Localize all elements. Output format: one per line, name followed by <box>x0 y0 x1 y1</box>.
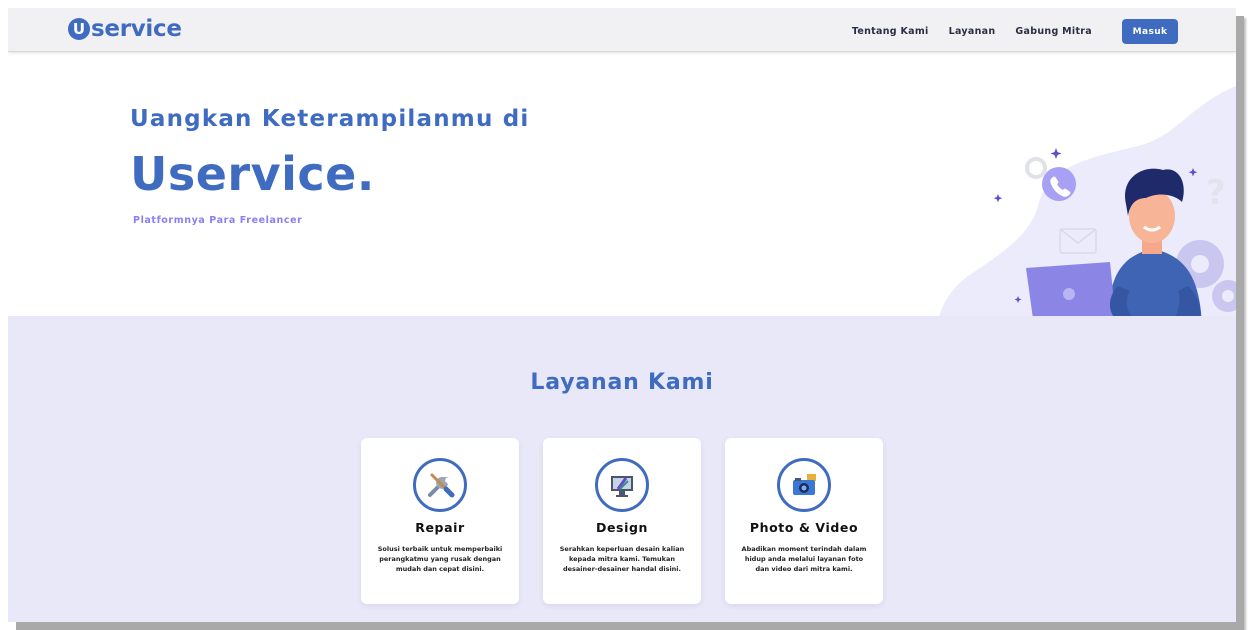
freelancer-illustration: ? <box>938 86 1236 326</box>
navbar: U service Tentang Kami Layanan Gabung Mi… <box>8 8 1236 52</box>
service-card-description: Abadikan moment terindah dalam hidup and… <box>741 545 867 573</box>
hero-tagline: Platformnya Para Freelancer <box>133 215 303 226</box>
question-mark-icon: ? <box>1206 173 1226 213</box>
logo-text: service <box>91 16 182 42</box>
service-card-design[interactable]: Design Serahkan keperluan desain kalian … <box>543 438 701 604</box>
logo-mark: U <box>68 18 90 40</box>
services-cards: Repair Solusi terbaik untuk memperbaiki … <box>361 438 883 604</box>
browser-frame: U service Tentang Kami Layanan Gabung Mi… <box>8 8 1236 622</box>
service-card-photo-video[interactable]: Photo & Video Abadikan moment terindah d… <box>725 438 883 604</box>
nav-link-gabung-mitra[interactable]: Gabung Mitra <box>1015 21 1092 43</box>
hero-subtitle: Uangkan Keterampilanmu di <box>130 106 530 132</box>
login-button[interactable]: Masuk <box>1122 19 1178 44</box>
brand-logo[interactable]: U service <box>68 16 182 42</box>
nav-links: Tentang Kami Layanan Gabung Mitra Masuk <box>832 19 1178 44</box>
service-card-description: Serahkan keperluan desain kalian kepada … <box>559 545 685 573</box>
service-card-description: Solusi terbaik untuk memperbaiki perangk… <box>377 545 503 573</box>
design-monitor-icon <box>595 458 649 512</box>
nav-link-tentang-kami[interactable]: Tentang Kami <box>852 21 929 43</box>
service-card-title: Design <box>595 520 649 535</box>
camera-icon <box>777 458 831 512</box>
services-title: Layanan Kami <box>530 370 714 395</box>
services-section: Layanan Kami Repair Solusi terbaik untuk… <box>8 316 1236 622</box>
service-card-repair[interactable]: Repair Solusi terbaik untuk memperbaiki … <box>361 438 519 604</box>
hero-title: Uservice. <box>130 147 375 201</box>
service-card-title: Repair <box>415 520 465 535</box>
nav-link-layanan[interactable]: Layanan <box>949 21 996 43</box>
tools-icon <box>413 458 467 512</box>
service-card-title: Photo & Video <box>749 520 859 535</box>
gear-icon <box>1025 157 1047 179</box>
phone-icon <box>1042 167 1076 201</box>
